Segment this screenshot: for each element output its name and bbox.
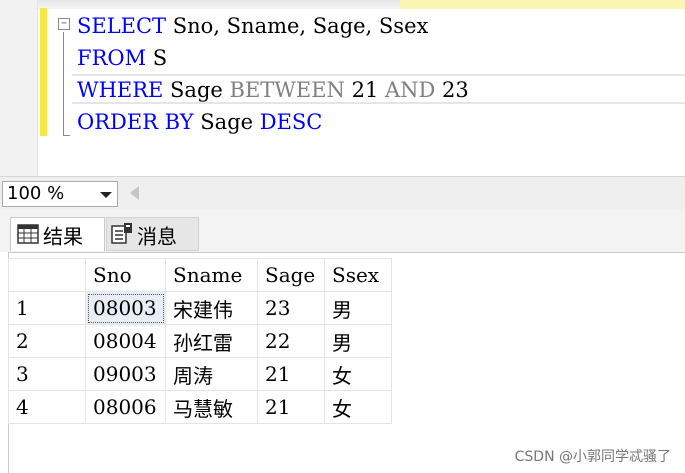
outline-line-end [63,135,70,136]
watermark: CSDN @小郭同学忒骚了 [514,449,671,465]
tab-results-label: 结果 [43,224,83,249]
row-number[interactable]: 1 [8,291,86,325]
grid-cell[interactable]: 周涛 [165,357,258,391]
grid-cell[interactable]: 08004 [85,324,166,358]
chevron-down-icon[interactable] [100,192,112,198]
grid-cell[interactable]: 21 [257,357,325,391]
sql-operator: AND [384,78,436,102]
code-line-1[interactable]: SELECT Sno, Sname, Sage, Ssex [77,11,428,41]
code-line-3[interactable]: WHERE Sage BETWEEN 21 AND 23 [77,75,469,105]
row-number[interactable]: 2 [8,324,86,358]
sql-token: Sage, [306,14,373,38]
sql-keyword: DESC [259,110,323,134]
grid-cell[interactable]: 21 [257,390,325,424]
grid-cell[interactable]: 09003 [85,357,166,391]
grid-cell[interactable]: 孙红雷 [165,324,258,358]
tab-results[interactable]: 结果 [10,217,105,251]
sql-keyword: WHERE [77,78,164,102]
grid-cell[interactable]: 女 [324,357,392,391]
column-header-sage[interactable]: Sage [257,258,325,292]
editor-gutter [0,0,38,176]
table-row[interactable]: 2 08004 孙红雷 22 男 [8,324,392,358]
grid-cell[interactable]: 马慧敏 [165,390,258,424]
column-header-sno[interactable]: Sno [85,258,166,292]
zoom-value: 100 % [7,183,65,204]
zoom-dropdown[interactable]: 100 % [2,181,118,207]
grid-cell[interactable]: 22 [257,324,325,358]
grid-cell[interactable]: 23 [257,291,325,325]
sql-token: S [146,46,168,70]
table-row[interactable]: 1 08003 宋建伟 23 男 [8,291,392,325]
sql-keyword: SELECT [77,14,167,38]
code-line-2[interactable]: FROM S [77,43,167,73]
sql-keyword: FROM [77,46,147,70]
grid-cell[interactable]: 08006 [85,390,166,424]
editor-top-strip [0,0,685,9]
change-tracking-bar [40,8,47,136]
editor-status-bar: 100 % [0,176,685,211]
tab-messages[interactable]: 消息 [106,217,199,251]
sql-token: Sage [163,78,230,102]
column-header-ssex[interactable]: Ssex [324,258,392,292]
results-grid[interactable]: Sno Sname Sage Ssex 1 08003 宋建伟 23 男 2 0… [8,258,392,424]
editor-top-highlight [400,0,685,9]
grid-corner-header[interactable] [8,258,86,292]
column-header-sname[interactable]: Sname [165,258,258,292]
sql-token: Ssex [372,14,429,38]
grid-header-row: Sno Sname Sage Ssex [8,258,392,292]
grid-cell[interactable]: 女 [324,390,392,424]
code-line-4[interactable]: ORDER BY Sage DESC [77,107,322,137]
collapse-toggle-icon[interactable]: − [58,18,70,30]
sql-operator: BETWEEN [229,78,345,102]
table-row[interactable]: 4 08006 马慧敏 21 女 [8,390,392,424]
grid-cell[interactable]: 男 [324,291,392,325]
sql-keyword: ORDER BY [77,110,194,134]
row-number[interactable]: 3 [8,357,86,391]
scroll-left-arrow-icon[interactable] [130,186,139,200]
sql-token: Sname, [219,14,307,38]
grid-cell[interactable]: 宋建伟 [165,291,258,325]
sql-token: 21 [344,78,385,102]
outline-line [63,32,64,136]
sql-token: 23 [435,78,469,102]
grid-cell[interactable]: 男 [324,324,392,358]
row-number[interactable]: 4 [8,390,86,424]
results-tab-strip: 结果 消息 [0,210,685,252]
grid-icon [17,220,39,254]
grid-cell-selected[interactable]: 08003 [85,291,166,325]
sql-token: Sno, [166,14,220,38]
tab-messages-label: 消息 [137,224,177,249]
table-row[interactable]: 3 09003 周涛 21 女 [8,357,392,391]
sql-token: Sage [193,110,260,134]
messages-icon [111,220,133,254]
query-editor[interactable]: − SELECT Sno, Sname, Sage, Ssex FROM S W… [0,0,685,176]
